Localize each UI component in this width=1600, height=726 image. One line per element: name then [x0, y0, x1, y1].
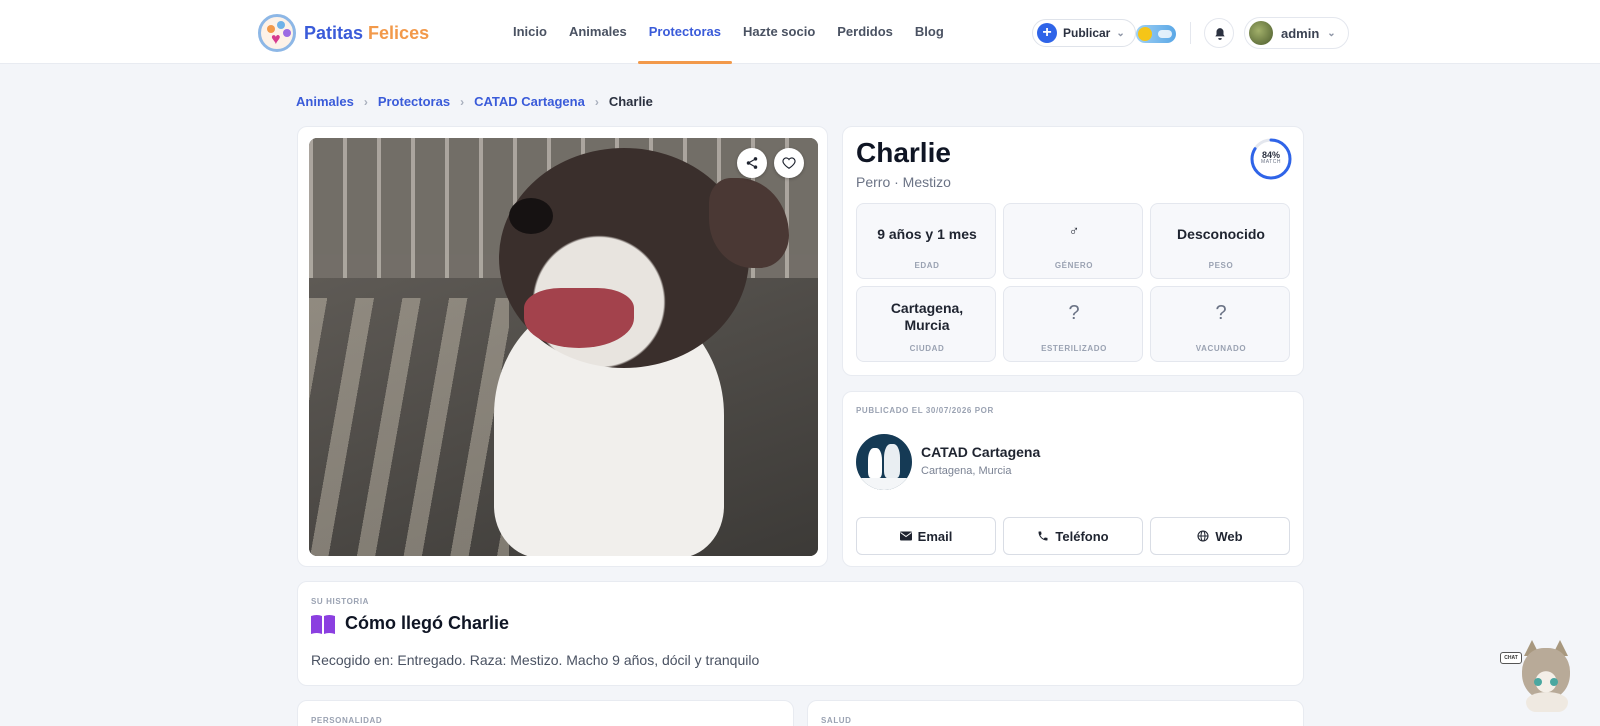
plus-icon: + — [1037, 23, 1057, 43]
shelter-logo[interactable] — [856, 434, 912, 490]
top-navbar: ♥ Patitas Felices Inicio Animales Protec… — [0, 0, 1600, 64]
match-label: MATCH — [1261, 159, 1281, 165]
stat-key: VACUNADO — [1195, 344, 1247, 353]
health-label: SALUD — [821, 716, 852, 725]
favorite-button[interactable] — [774, 148, 804, 178]
brand-name: Patitas Felices — [304, 23, 429, 44]
bell-icon — [1215, 28, 1225, 40]
chevron-down-icon: ⌄ — [1116, 27, 1125, 39]
stat-esterilizado: ? ESTERILIZADO — [1003, 286, 1143, 362]
personality-card: PERSONALIDAD — [297, 700, 794, 726]
story-section-label: SU HISTORIA — [311, 597, 370, 606]
nav-link-blog[interactable]: Blog — [904, 0, 955, 64]
stat-key: EDAD — [914, 261, 940, 270]
breadcrumb-current: Charlie — [608, 94, 653, 109]
chat-bubble-icon: CHAT — [1500, 652, 1522, 664]
pet-species-breed: Perro · Mestizo — [856, 174, 951, 190]
globe-icon — [1197, 530, 1209, 542]
web-label: Web — [1215, 528, 1243, 544]
stat-value: 9 años y 1 mes — [877, 226, 977, 242]
personality-label: PERSONALIDAD — [311, 716, 383, 725]
brand-name-part1: Patitas — [304, 22, 364, 43]
published-label: PUBLICADO EL 30/07/2026 POR — [856, 406, 994, 415]
photo-card — [297, 126, 828, 567]
pet-name: Charlie — [856, 137, 951, 168]
story-title: Cómo llegó Charlie — [345, 613, 510, 633]
story-card: SU HISTORIA Cómo llegó Charlie Recogido … — [297, 581, 1304, 686]
health-card: SALUD — [807, 700, 1304, 726]
pet-info-card: Charlie Perro · Mestizo 84% MATCH 9 años… — [842, 126, 1304, 376]
main-nav: Inicio Animales Protectoras Hazte socio … — [502, 0, 955, 64]
stat-genero: ♂ GÉNERO — [1003, 203, 1143, 279]
phone-icon — [1038, 531, 1048, 541]
envelope-icon — [899, 531, 912, 541]
user-name: admin — [1281, 25, 1320, 41]
email-button[interactable]: Email — [856, 517, 996, 555]
nav-link-animales[interactable]: Animales — [558, 0, 638, 64]
breadcrumb-protectoras[interactable]: Protectoras — [378, 94, 450, 109]
stat-key: CIUDAD — [909, 344, 945, 353]
theme-toggle[interactable] — [1136, 25, 1176, 43]
nav-link-hazte-socio[interactable]: Hazte socio — [732, 0, 826, 64]
navbar-divider — [1190, 22, 1191, 44]
nav-link-perdidos[interactable]: Perdidos — [826, 0, 904, 64]
stat-value: Desconocido — [1177, 226, 1265, 242]
stat-peso: Desconocido PESO — [1150, 203, 1290, 279]
publish-label: Publicar — [1063, 26, 1111, 40]
nav-link-inicio[interactable]: Inicio — [502, 0, 558, 64]
pet-photo[interactable] — [309, 138, 818, 556]
notifications-button[interactable] — [1204, 18, 1234, 48]
publisher-card: PUBLICADO EL 30/07/2026 POR CATAD Cartag… — [842, 391, 1304, 567]
paw-heart-logo-icon: ♥ — [258, 14, 296, 52]
unknown-icon: ? — [1215, 302, 1227, 324]
email-label: Email — [917, 528, 953, 544]
avatar — [1249, 21, 1273, 45]
chevron-right-icon: › — [363, 94, 368, 109]
sun-icon — [1138, 27, 1152, 41]
cloud-icon — [1158, 30, 1172, 38]
user-menu[interactable]: admin ⌄ — [1244, 17, 1349, 49]
breadcrumb-shelter[interactable]: CATAD Cartagena — [474, 94, 585, 109]
chat-widget-button[interactable]: CHAT — [1500, 640, 1570, 712]
stat-key: PESO — [1208, 261, 1234, 270]
story-text: Recogido en: Entregado. Raza: Mestizo. M… — [311, 652, 760, 668]
shelter-city: Cartagena, Murcia — [921, 465, 1012, 477]
stat-vacunado: ? VACUNADO — [1150, 286, 1290, 362]
shelter-name[interactable]: CATAD Cartagena — [921, 444, 1040, 460]
book-icon — [311, 614, 335, 634]
web-button[interactable]: Web — [1150, 517, 1290, 555]
stat-ciudad: Cartagena, Murcia CIUDAD — [856, 286, 996, 362]
story-title-row: Cómo llegó Charlie — [311, 613, 509, 634]
stat-key: ESTERILIZADO — [1041, 344, 1107, 353]
breadcrumb-animales[interactable]: Animales — [296, 94, 354, 109]
share-button[interactable] — [737, 148, 767, 178]
breadcrumb: Animales › Protectoras › CATAD Cartagena… — [296, 94, 653, 109]
male-icon: ♂ — [1068, 222, 1080, 238]
stat-edad: 9 años y 1 mes EDAD — [856, 203, 996, 279]
chevron-right-icon: › — [594, 94, 599, 109]
match-score: 84% MATCH — [1249, 137, 1293, 181]
chevron-right-icon: › — [460, 94, 465, 109]
stat-key: GÉNERO — [1054, 261, 1094, 270]
brand-logo[interactable]: ♥ Patitas Felices — [258, 14, 429, 52]
share-icon — [746, 157, 758, 169]
brand-name-part2: Felices — [368, 22, 430, 43]
chevron-down-icon: ⌄ — [1327, 27, 1336, 39]
unknown-icon: ? — [1068, 302, 1080, 324]
stat-value: Cartagena, Murcia — [890, 300, 964, 333]
phone-label: Teléfono — [1055, 528, 1109, 544]
phone-button[interactable]: Teléfono — [1003, 517, 1143, 555]
heart-icon — [782, 157, 796, 169]
nav-link-protectoras[interactable]: Protectoras — [637, 0, 733, 64]
publish-button[interactable]: + Publicar ⌄ — [1032, 19, 1136, 47]
